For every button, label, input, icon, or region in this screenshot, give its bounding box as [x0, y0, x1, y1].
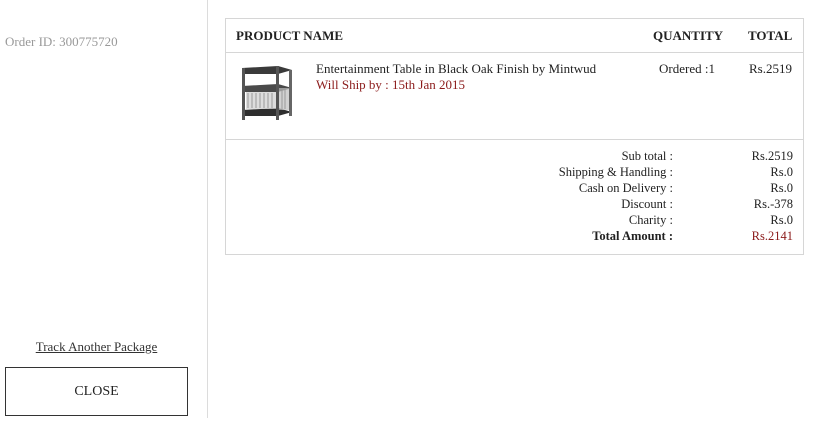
summary-row-charity: Charity : Rs.0: [226, 213, 803, 229]
summary-value: Rs.-378: [753, 197, 793, 211]
summary-value: Rs.2519: [751, 149, 793, 163]
summary-label: Discount :: [621, 197, 673, 211]
table-row: Entertainment Table in Black Oak Finish …: [226, 53, 803, 140]
summary-label: Cash on Delivery :: [578, 181, 673, 195]
summary-value: Rs.0: [770, 213, 793, 227]
order-summary: Sub total : Rs.2519 Shipping & Handling …: [226, 149, 803, 245]
header-total: TOTAL: [748, 28, 793, 43]
summary-value: Rs.0: [770, 165, 793, 179]
summary-row-subtotal: Sub total : Rs.2519: [226, 149, 803, 165]
table-header: PRODUCT NAME QUANTITY TOTAL: [226, 19, 803, 53]
total-amount-value: Rs.2141: [751, 229, 793, 243]
summary-row-total: Total Amount : Rs.2141: [226, 229, 803, 245]
total-amount-label: Total Amount :: [592, 229, 673, 243]
header-quantity: QUANTITY: [653, 28, 724, 43]
order-details-panel: PRODUCT NAME QUANTITY TOTAL Entertainmen…: [225, 18, 804, 255]
line-total-value: Rs.2519: [749, 61, 792, 76]
track-another-package-link[interactable]: Track Another Package: [0, 339, 193, 355]
summary-label: Shipping & Handling :: [558, 165, 673, 179]
sidebar: Order ID: 300775720 Track Another Packag…: [0, 0, 208, 418]
order-id: Order ID: 300775720: [5, 34, 118, 49]
entertainment-table-image: [242, 66, 292, 120]
close-button[interactable]: CLOSE: [5, 367, 188, 416]
quantity-value: Ordered :1: [659, 61, 715, 76]
summary-value: Rs.0: [770, 181, 793, 195]
summary-label: Sub total :: [621, 149, 673, 163]
summary-row-shipping: Shipping & Handling : Rs.0: [226, 165, 803, 181]
summary-row-cod: Cash on Delivery : Rs.0: [226, 181, 803, 197]
summary-label: Charity :: [628, 213, 673, 227]
summary-row-discount: Discount : Rs.-378: [226, 197, 803, 213]
product-name[interactable]: Entertainment Table in Black Oak Finish …: [316, 61, 596, 77]
ship-by-date: Will Ship by : 15th Jan 2015: [316, 77, 465, 92]
header-product-name: PRODUCT NAME: [236, 28, 344, 43]
